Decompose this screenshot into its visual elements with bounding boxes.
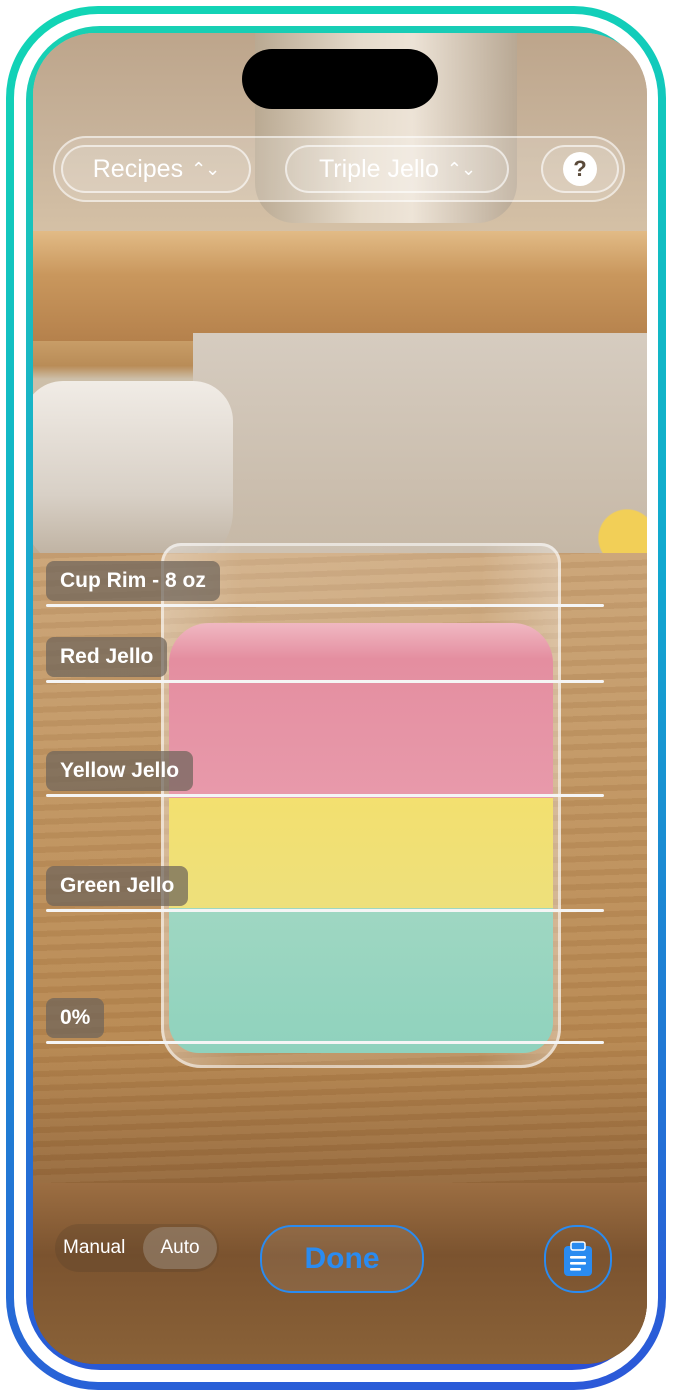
done-button[interactable]: Done	[260, 1225, 424, 1293]
marker-line[interactable]	[46, 1041, 604, 1044]
camera-view	[33, 33, 647, 1364]
camera-screen: Recipes ⌃⌄ Triple Jello ⌃⌄ ? Cup Rim - 8…	[33, 33, 647, 1364]
clipboard-icon	[564, 1241, 592, 1276]
help-icon: ?	[563, 152, 597, 186]
recipes-dropdown[interactable]: Recipes ⌃⌄	[61, 145, 251, 193]
marker-zero-percent[interactable]: 0%	[46, 998, 604, 1044]
mode-auto-option[interactable]: Auto	[143, 1227, 217, 1269]
marker-yellow-jello[interactable]: Yellow Jello	[46, 751, 604, 797]
marker-line[interactable]	[46, 680, 604, 683]
marker-label: Red Jello	[46, 637, 168, 677]
marker-green-jello[interactable]: Green Jello	[46, 866, 604, 912]
jello-glass	[161, 543, 561, 1068]
marker-red-jello[interactable]: Red Jello	[46, 637, 604, 683]
recipes-label: Recipes	[92, 154, 184, 183]
recipe-selector[interactable]: Triple Jello ⌃⌄	[285, 145, 509, 193]
marker-label: 0%	[46, 998, 105, 1038]
mode-toggle[interactable]: Manual Auto	[55, 1224, 219, 1272]
mode-manual-option[interactable]: Manual	[63, 1224, 125, 1272]
chevron-up-down-icon: ⌃⌄	[191, 158, 220, 179]
marker-line[interactable]	[46, 909, 604, 912]
marker-line[interactable]	[46, 794, 604, 797]
marker-label: Green Jello	[46, 866, 189, 906]
clipboard-button[interactable]	[544, 1225, 612, 1293]
marker-label: Cup Rim - 8 oz	[46, 561, 220, 601]
marker-label: Yellow Jello	[46, 751, 194, 791]
dynamic-island	[242, 49, 438, 109]
marker-line[interactable]	[46, 604, 604, 607]
help-button[interactable]: ?	[541, 145, 619, 193]
top-control-bar: Recipes ⌃⌄ Triple Jello ⌃⌄ ?	[53, 136, 625, 202]
chevron-up-down-icon: ⌃⌄	[446, 158, 476, 179]
recipe-selected-label: Triple Jello	[318, 154, 439, 183]
marker-cup-rim[interactable]: Cup Rim - 8 oz	[46, 561, 604, 607]
